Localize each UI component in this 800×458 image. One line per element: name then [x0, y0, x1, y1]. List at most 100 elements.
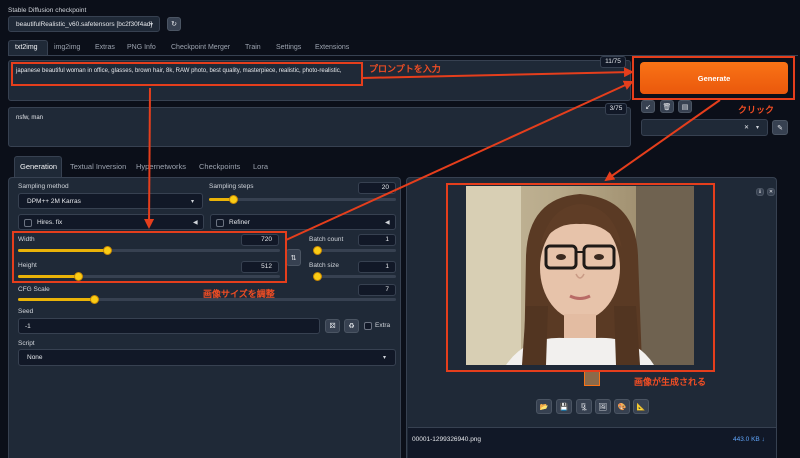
annotation-click: クリック	[738, 106, 775, 116]
thumbnail[interactable]	[584, 371, 600, 386]
open-folder-button[interactable]: 📂	[536, 399, 552, 414]
clipboard-icon: ▤	[681, 103, 689, 111]
refiner-accordion[interactable]: Refiner ◀	[210, 214, 396, 230]
download-icon: ⇓	[757, 189, 763, 195]
annotation-box-size	[12, 231, 287, 283]
dice-icon: ⚄	[329, 323, 336, 330]
seed-value: -1	[25, 323, 31, 330]
tab-txt2img[interactable]: txt2img	[15, 44, 38, 51]
close-icon: ✕	[768, 189, 774, 195]
cfg-scale-value[interactable]: 7	[358, 284, 396, 296]
batch-size-slider[interactable]	[313, 272, 396, 281]
output-filename: 00001-1299326940.png	[412, 436, 482, 443]
trash-icon: 🗑	[662, 103, 672, 111]
tab-train[interactable]: Train	[245, 44, 261, 51]
slider-handle[interactable]	[313, 246, 322, 255]
checkpoint-dropdown[interactable]: beautifulRealistic_v60.safetensors [bc2f…	[8, 16, 160, 32]
batch-count-label: Batch count	[309, 236, 344, 243]
send-to-img2img-button[interactable]: 🖼	[595, 399, 611, 414]
chevron-down-icon: ▾	[191, 199, 195, 205]
edit-styles-button[interactable]: ✎	[772, 120, 788, 135]
output-filesize-link[interactable]: 443.0 KB ↓	[733, 436, 765, 443]
tab-generation[interactable]: Generation	[20, 162, 57, 171]
tab-hypernetworks[interactable]: Hypernetworks	[136, 162, 186, 171]
folder-icon: 📂	[539, 403, 549, 411]
recycle-icon: ♻	[348, 323, 355, 330]
refresh-checkpoint-button[interactable]: ↻	[167, 17, 181, 31]
collapse-triangle-icon: ◀	[193, 220, 198, 226]
swap-icon: ⇅	[290, 254, 297, 262]
random-seed-button[interactable]: ⚄	[325, 319, 340, 333]
extra-seed-checkbox[interactable]	[364, 322, 372, 330]
sampling-steps-value[interactable]: 20	[358, 182, 396, 194]
sampling-method-dropdown[interactable]: DPM++ 2M Karras ▾	[18, 193, 203, 209]
tab-extras[interactable]: Extras	[95, 44, 115, 51]
hires-fix-checkbox[interactable]	[24, 219, 32, 227]
swap-dimensions-button[interactable]: ⇅	[286, 249, 301, 266]
script-dropdown[interactable]: None ▾	[18, 349, 396, 366]
annotation-adjust-size: 画像サイズを調整	[203, 290, 275, 300]
tab-textual-inversion[interactable]: Textual Inversion	[70, 162, 126, 171]
collapse-triangle-icon: ◀	[385, 220, 390, 226]
ruler-icon: 📐	[636, 403, 646, 411]
extra-seed-label: Extra	[375, 322, 391, 329]
trash-button[interactable]: 🗑	[660, 100, 674, 113]
slider-handle[interactable]	[313, 272, 322, 281]
clear-icon[interactable]: ✕	[744, 124, 749, 131]
save-icon: 💾	[559, 403, 569, 411]
send-to-inpaint-button[interactable]: 🎨	[614, 399, 630, 414]
annotation-box-generate	[632, 56, 795, 100]
refiner-label: Refiner	[229, 219, 250, 226]
negative-prompt-text: nsfw, man	[16, 115, 44, 121]
hires-fix-accordion[interactable]: Hires. fix ◀	[18, 214, 204, 230]
batch-count-slider[interactable]	[313, 246, 396, 255]
tab-settings[interactable]: Settings	[276, 44, 301, 51]
seed-input[interactable]: -1	[18, 318, 320, 334]
chevron-down-icon: ▾	[756, 125, 760, 131]
tab-checkpoint-merger[interactable]: Checkpoint Merger	[171, 44, 230, 51]
slider-handle[interactable]	[90, 295, 99, 304]
download-small-button[interactable]: ⇓	[756, 188, 764, 196]
sampling-steps-slider[interactable]	[209, 195, 396, 204]
arrow-icon: ↙	[645, 103, 651, 111]
slider-fill	[18, 298, 94, 301]
chevron-down-icon: ▾	[383, 355, 387, 361]
styles-button[interactable]: ▤	[678, 100, 692, 113]
tab-png-info[interactable]: PNG Info	[127, 44, 156, 51]
annotation-prompt-input: プロンプトを入力	[369, 65, 441, 75]
slider-handle[interactable]	[229, 195, 238, 204]
read-params-button[interactable]: ↙	[641, 100, 655, 113]
seed-label: Seed	[18, 308, 34, 315]
prompt-token-count: 11/75	[600, 56, 626, 68]
tab-checkpoints[interactable]: Checkpoints	[199, 162, 240, 171]
refresh-icon: ↻	[171, 21, 177, 28]
styles-dropdown[interactable]: ✕ ▾	[641, 119, 768, 136]
image-icon: 🖼	[598, 403, 608, 411]
batch-size-label: Batch size	[309, 262, 339, 269]
cfg-scale-label: CFG Scale	[18, 286, 50, 293]
batch-count-value[interactable]: 1	[358, 234, 396, 246]
pencil-icon: ✎	[777, 124, 783, 132]
annotation-generated: 画像が生成される	[634, 378, 707, 388]
tab-lora[interactable]: Lora	[253, 162, 268, 171]
refiner-checkbox[interactable]	[216, 219, 224, 227]
annotation-box-image	[446, 183, 715, 372]
negative-prompt-textarea[interactable]	[8, 107, 631, 147]
send-to-extras-button[interactable]: 📐	[633, 399, 649, 414]
zip-icon: 🗜	[579, 403, 589, 411]
sampling-method-value: DPM++ 2M Karras	[27, 198, 81, 205]
sampling-steps-label: Sampling steps	[209, 183, 254, 190]
tab-img2img[interactable]: img2img	[54, 44, 80, 51]
reuse-seed-button[interactable]: ♻	[344, 319, 359, 333]
chevron-down-icon: ▾	[150, 22, 154, 28]
batch-size-value[interactable]: 1	[358, 261, 396, 273]
annotation-box-prompt	[11, 62, 363, 86]
save-button[interactable]: 💾	[556, 399, 572, 414]
zip-button[interactable]: 🗜	[576, 399, 592, 414]
close-gallery-button[interactable]: ✕	[767, 188, 775, 196]
tab-extensions[interactable]: Extensions	[315, 44, 349, 51]
palette-icon: 🎨	[617, 403, 627, 411]
negative-prompt-token-count: 3/75	[605, 103, 627, 115]
checkpoint-value: beautifulRealistic_v60.safetensors [bc2f…	[16, 21, 153, 28]
script-value: None	[27, 354, 43, 361]
